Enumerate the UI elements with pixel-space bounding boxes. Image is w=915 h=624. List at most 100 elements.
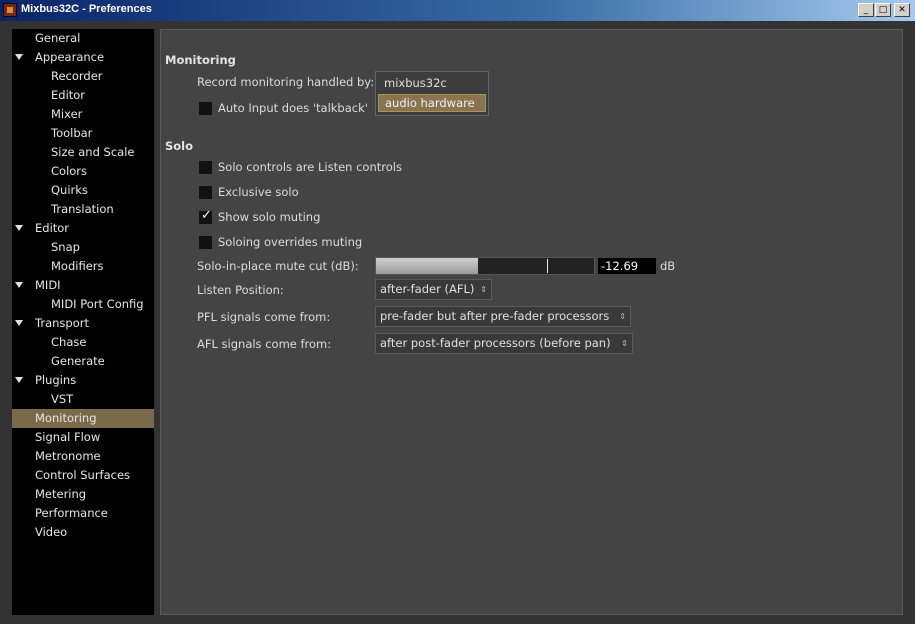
expander-triangle-icon[interactable]: [15, 320, 23, 326]
sidebar-item-size-and-scale[interactable]: Size and Scale: [12, 143, 154, 162]
sidebar-item-label: MIDI Port Config: [51, 297, 144, 311]
expander-triangle-icon[interactable]: [15, 282, 23, 288]
listen-position-value: after-fader (AFL): [380, 282, 475, 296]
sidebar-item-label: Metering: [35, 487, 87, 501]
sidebar-item-control-surfaces[interactable]: Control Surfaces: [12, 466, 154, 485]
sidebar-item-recorder[interactable]: Recorder: [12, 67, 154, 86]
option-audio-hardware[interactable]: audio hardware: [378, 94, 486, 112]
sidebar-item-label: Plugins: [35, 373, 77, 387]
pfl-dropdown[interactable]: pre-fader but after pre-fader processors…: [375, 306, 631, 327]
record-monitoring-label: Record monitoring handled by:: [197, 75, 375, 89]
soloing-overrides-checkbox[interactable]: [199, 236, 212, 249]
exclusive-solo-label[interactable]: Exclusive solo: [218, 185, 299, 199]
sidebar-item-midi[interactable]: MIDI: [12, 276, 154, 295]
dropdown-arrows-icon: ⇕: [619, 312, 626, 321]
sidebar-item-label: Translation: [51, 202, 114, 216]
auto-input-label[interactable]: Auto Input does 'talkback': [218, 101, 368, 115]
mute-cut-label: Solo-in-place mute cut (dB):: [197, 259, 359, 273]
sidebar-item-label: Transport: [35, 316, 89, 330]
sidebar-item-label: Editor: [35, 221, 70, 235]
mute-cut-slider-marker: [547, 259, 548, 273]
sidebar-item-plugins[interactable]: Plugins: [12, 371, 154, 390]
sidebar-item-label: Snap: [51, 240, 80, 254]
sidebar-item-label: Toolbar: [51, 126, 93, 140]
solo-heading: Solo: [165, 139, 194, 153]
expander-triangle-icon[interactable]: [15, 377, 23, 383]
mute-cut-value[interactable]: -12.69: [598, 258, 656, 274]
sidebar-item-label: Recorder: [51, 69, 103, 83]
sidebar-item-label: Colors: [51, 164, 88, 178]
dropdown-arrows-icon: ⇕: [621, 339, 628, 348]
exclusive-solo-checkbox[interactable]: [199, 186, 212, 199]
sidebar-item-general[interactable]: General: [12, 29, 154, 48]
sidebar-item-label: Mixer: [51, 107, 83, 121]
preferences-sidebar: General Appearance Recorder Editor Mixer Tool…: [12, 29, 154, 615]
sidebar-item-label: Editor: [51, 88, 86, 102]
sidebar-item-metronome[interactable]: Metronome: [12, 447, 154, 466]
mute-cut-slider-fill: [376, 258, 479, 274]
sidebar-item-chase[interactable]: Chase: [12, 333, 154, 352]
monitoring-heading: Monitoring: [165, 53, 236, 67]
sidebar-item-label: Monitoring: [35, 411, 97, 425]
expander-triangle-icon[interactable]: [15, 54, 23, 60]
show-solo-muting-label[interactable]: Show solo muting: [218, 210, 320, 224]
sidebar-item-label: Signal Flow: [35, 430, 101, 444]
sidebar-item-video[interactable]: Video: [12, 523, 154, 542]
sidebar-item-label: Metronome: [35, 449, 101, 463]
maximize-button[interactable]: □: [875, 3, 891, 17]
sidebar-item-label: Video: [35, 525, 68, 539]
sidebar-item-label: Generate: [51, 354, 105, 368]
expander-triangle-icon[interactable]: [15, 225, 23, 231]
afl-dropdown[interactable]: after post-fader processors (before pan)…: [375, 333, 633, 354]
sidebar-item-label: Performance: [35, 506, 108, 520]
sidebar-item-vst[interactable]: VST: [12, 390, 154, 409]
minimize-button[interactable]: _: [858, 3, 874, 17]
sidebar-item-translation[interactable]: Translation: [12, 200, 154, 219]
sidebar-item-performance[interactable]: Performance: [12, 504, 154, 523]
sidebar-item-metering[interactable]: Metering: [12, 485, 154, 504]
sidebar-item-label: MIDI: [35, 278, 61, 292]
sidebar-item-editor[interactable]: Editor: [12, 219, 154, 238]
afl-value: after post-fader processors (before pan): [380, 336, 611, 350]
sidebar-item-generate[interactable]: Generate: [12, 352, 154, 371]
listen-controls-checkbox[interactable]: [199, 161, 212, 174]
sidebar-item-snap[interactable]: Snap: [12, 238, 154, 257]
preferences-window: Mixbus32C - Preferences _ □ ✕ General App…: [0, 0, 915, 624]
close-button[interactable]: ✕: [894, 3, 910, 17]
sidebar-item-colors[interactable]: Colors: [12, 162, 154, 181]
sidebar-item-signal-flow[interactable]: Signal Flow: [12, 428, 154, 447]
auto-input-checkbox[interactable]: [199, 102, 212, 115]
sidebar-item-modifiers[interactable]: Modifiers: [12, 257, 154, 276]
mute-cut-slider[interactable]: [375, 257, 595, 275]
app-icon: [3, 3, 17, 17]
sidebar-item-label: Chase: [51, 335, 87, 349]
sidebar-item-transport[interactable]: Transport: [12, 314, 154, 333]
pfl-label: PFL signals come from:: [197, 310, 331, 324]
sidebar-item-editor[interactable]: Editor: [12, 86, 154, 105]
sidebar-item-quirks[interactable]: Quirks: [12, 181, 154, 200]
sidebar-item-toolbar[interactable]: Toolbar: [12, 124, 154, 143]
listen-position-label: Listen Position:: [197, 283, 284, 297]
show-solo-muting-checkbox[interactable]: ✓: [199, 208, 212, 224]
sidebar-item-mixer[interactable]: Mixer: [12, 105, 154, 124]
sidebar-item-label: Modifiers: [51, 259, 104, 273]
sidebar-item-label: Control Surfaces: [35, 468, 131, 482]
sidebar-item-appearance[interactable]: Appearance: [12, 48, 154, 67]
window-title: Mixbus32C - Preferences: [21, 3, 152, 15]
sidebar-item-label: Appearance: [35, 50, 105, 64]
sidebar-item-label: Quirks: [51, 183, 88, 197]
record-monitoring-dropdown[interactable]: mixbus32c audio hardware: [375, 71, 489, 116]
dropdown-arrows-icon: ⇕: [480, 285, 487, 294]
afl-label: AFL signals come from:: [197, 337, 332, 351]
sidebar-item-label: General: [35, 31, 81, 45]
title-bar[interactable]: Mixbus32C - Preferences _ □ ✕: [0, 0, 915, 21]
check-icon: ✓: [201, 208, 212, 223]
option-mixbus32c[interactable]: mixbus32c: [384, 76, 447, 90]
listen-position-dropdown[interactable]: after-fader (AFL) ⇕: [375, 279, 492, 300]
sidebar-item-label: VST: [51, 392, 74, 406]
soloing-overrides-label[interactable]: Soloing overrides muting: [218, 235, 362, 249]
mute-cut-unit: dB: [660, 259, 676, 273]
sidebar-item-midi-port-config[interactable]: MIDI Port Config: [12, 295, 154, 314]
listen-controls-label[interactable]: Solo controls are Listen controls: [218, 160, 402, 174]
sidebar-item-monitoring[interactable]: Monitoring: [12, 409, 154, 428]
